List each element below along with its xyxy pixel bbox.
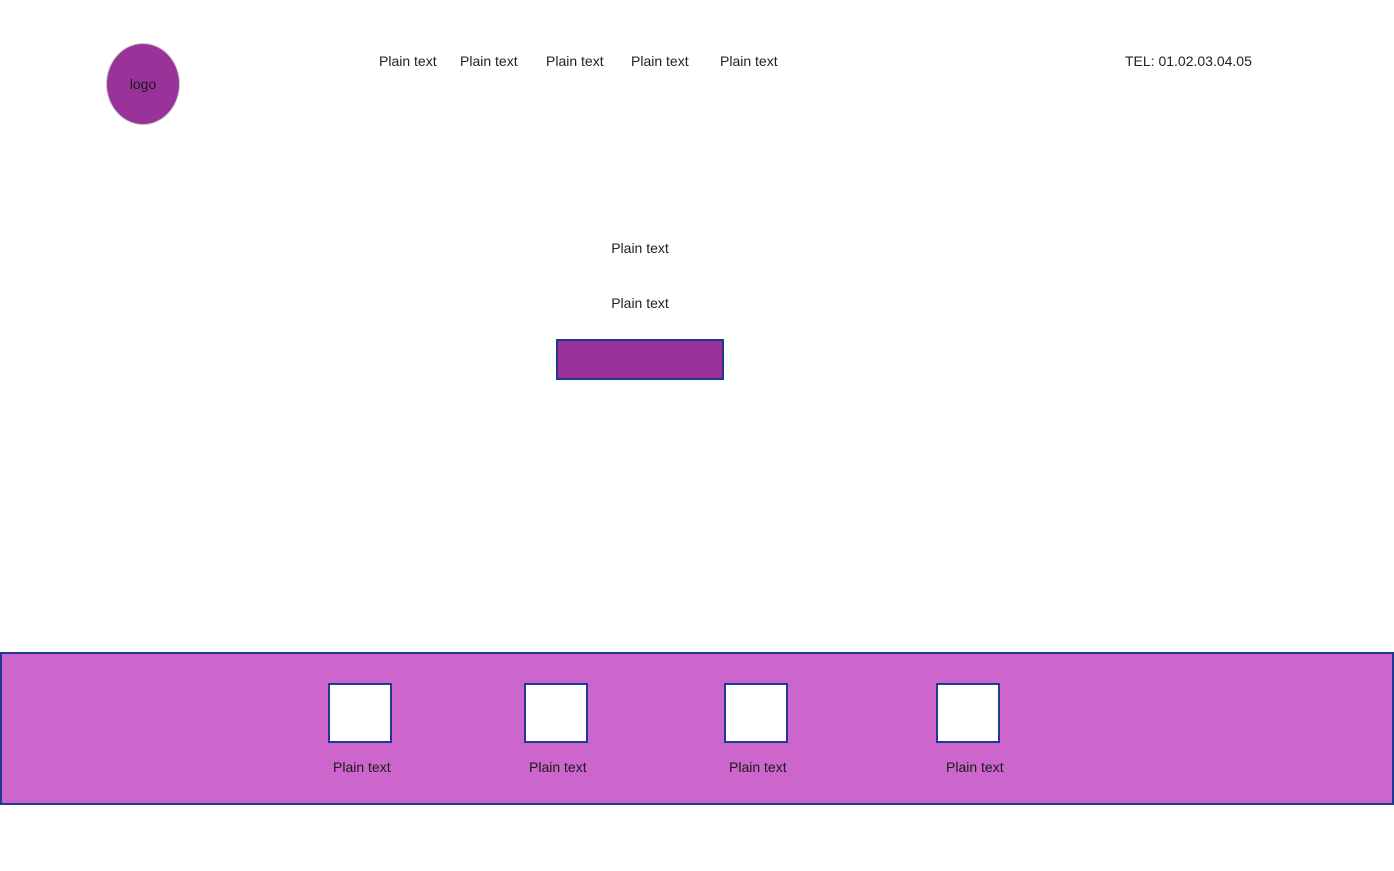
logo[interactable]: logo — [106, 43, 180, 125]
footer — [0, 652, 1394, 805]
footer-item-2-label: Plain text — [529, 759, 587, 775]
nav-item-1[interactable]: Plain text — [379, 53, 437, 69]
hero-text-1: Plain text — [611, 240, 669, 256]
page: logo Plain text Plain text Plain text Pl… — [0, 0, 1394, 871]
hero-text-2: Plain text — [611, 295, 669, 311]
logo-text: logo — [129, 76, 157, 92]
footer-item-4-label: Plain text — [946, 759, 1004, 775]
footer-item-1-box[interactable] — [328, 683, 392, 743]
footer-item-4-box[interactable] — [936, 683, 1000, 743]
nav-item-3[interactable]: Plain text — [546, 53, 604, 69]
nav-item-5[interactable]: Plain text — [720, 53, 778, 69]
hero-button[interactable] — [556, 339, 724, 380]
phone-number: TEL: 01.02.03.04.05 — [1125, 53, 1252, 69]
footer-item-2-box[interactable] — [524, 683, 588, 743]
nav-item-2[interactable]: Plain text — [460, 53, 518, 69]
nav-item-4[interactable]: Plain text — [631, 53, 689, 69]
footer-item-1-label: Plain text — [333, 759, 391, 775]
footer-item-3-box[interactable] — [724, 683, 788, 743]
footer-item-3-label: Plain text — [729, 759, 787, 775]
